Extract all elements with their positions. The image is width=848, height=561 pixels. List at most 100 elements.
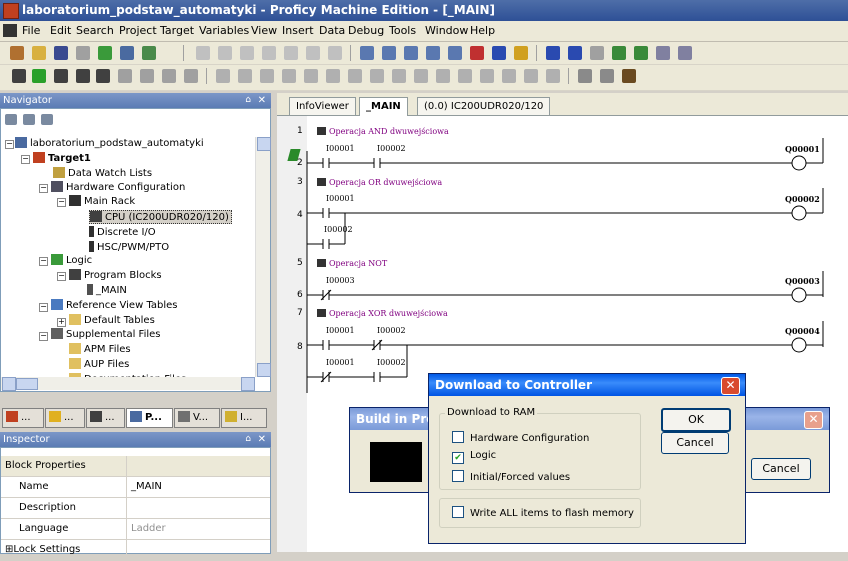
- nav-tab-utilities[interactable]: ...: [86, 408, 125, 428]
- set-coil-icon[interactable]: [326, 69, 340, 83]
- undo-icon[interactable]: [262, 46, 276, 60]
- expander-icon[interactable]: −: [39, 184, 48, 193]
- block-call-icon[interactable]: [546, 69, 560, 83]
- stop-icon[interactable]: [590, 46, 604, 60]
- coil-icon[interactable]: [282, 69, 296, 83]
- find-replace-icon[interactable]: [600, 69, 614, 83]
- cancel-button[interactable]: Cancel: [751, 458, 811, 480]
- jump-icon[interactable]: [502, 69, 516, 83]
- expander-icon[interactable]: −: [5, 140, 14, 149]
- positive-transition-icon[interactable]: [370, 69, 384, 83]
- rung-3-not[interactable]: [307, 287, 823, 303]
- menu-debug[interactable]: Debug: [348, 24, 384, 37]
- reset-coil-icon[interactable]: [348, 69, 362, 83]
- tree-item-logic[interactable]: Logic: [51, 254, 92, 266]
- inspector-row[interactable]: Description: [1, 498, 270, 519]
- menu-project[interactable]: Project: [119, 24, 157, 37]
- inspector-row[interactable]: Block Properties: [1, 456, 270, 477]
- horizontal-scrollbar[interactable]: [1, 377, 255, 391]
- refresh-icon[interactable]: [612, 46, 626, 60]
- inspector-row[interactable]: Name _MAIN: [1, 477, 270, 498]
- tree-item-discrete-io[interactable]: Discrete I/O: [89, 226, 156, 238]
- select-icon[interactable]: [216, 69, 230, 83]
- print-preview-icon[interactable]: [656, 46, 670, 60]
- tree-item-default-tables[interactable]: Default Tables: [69, 314, 155, 326]
- vertical-scrollbar[interactable]: [255, 137, 271, 377]
- hardware-config-checkbox[interactable]: Hardware Configuration: [452, 431, 589, 444]
- scroll-right-icon[interactable]: [241, 377, 255, 391]
- delete-icon[interactable]: [306, 46, 320, 60]
- nav-tab-instructions[interactable]: I...: [221, 408, 267, 428]
- run-icon[interactable]: [76, 69, 90, 83]
- open-icon[interactable]: [32, 46, 46, 60]
- variables-icon[interactable]: [492, 46, 506, 60]
- inspector-row[interactable]: Language Ladder: [1, 519, 270, 540]
- paste-icon[interactable]: [240, 46, 254, 60]
- monitor-icon[interactable]: [32, 69, 46, 83]
- function-block-icon[interactable]: [458, 69, 472, 83]
- redo-icon[interactable]: [284, 46, 298, 60]
- expander-icon[interactable]: −: [57, 198, 66, 207]
- expander-icon[interactable]: −: [21, 155, 30, 164]
- write-flash-checkbox[interactable]: Write ALL items to flash memory: [452, 506, 634, 519]
- restart-icon[interactable]: [162, 69, 176, 83]
- fault-icon[interactable]: [184, 69, 198, 83]
- nav-tab-toolchest[interactable]: ...: [45, 408, 85, 428]
- close-icon[interactable]: ✕: [721, 377, 740, 395]
- expander-icon[interactable]: −: [57, 272, 66, 281]
- online-toggle-icon[interactable]: [12, 69, 26, 83]
- home-icon[interactable]: [634, 46, 648, 60]
- horizontal-wire-icon[interactable]: [414, 69, 428, 83]
- tree-item-reference-view-tables[interactable]: Reference View Tables: [51, 299, 178, 311]
- scroll-down-icon[interactable]: [257, 363, 271, 377]
- vertical-wire-icon[interactable]: [436, 69, 450, 83]
- pause-icon[interactable]: [140, 69, 154, 83]
- contact-nc-icon[interactable]: [260, 69, 274, 83]
- nav-view-icon[interactable]: [5, 114, 17, 125]
- tree-item-aup-files[interactable]: AUP Files: [69, 358, 129, 370]
- validate-icon[interactable]: [98, 46, 112, 60]
- upload-icon[interactable]: [142, 46, 156, 60]
- nav-view3-icon[interactable]: [41, 114, 53, 125]
- find-icon[interactable]: [578, 69, 592, 83]
- inspector-icon[interactable]: [382, 46, 396, 60]
- pin-icon[interactable]: ⌂: [245, 93, 251, 108]
- expander-icon[interactable]: +: [57, 318, 66, 327]
- menu-edit[interactable]: Edit: [50, 24, 71, 37]
- label-icon[interactable]: [524, 69, 538, 83]
- menu-help[interactable]: Help: [470, 24, 495, 37]
- cut-icon[interactable]: [196, 46, 210, 60]
- save-icon[interactable]: [54, 46, 68, 60]
- nav-tab-project[interactable]: ...: [2, 408, 44, 428]
- menu-window[interactable]: Window: [425, 24, 468, 37]
- nav-tab-variables[interactable]: V...: [174, 408, 220, 428]
- tree-item-main-rack[interactable]: Main Rack: [69, 195, 135, 207]
- tree-item-hardware-configuration[interactable]: Hardware Configuration: [51, 181, 185, 193]
- menu-tools[interactable]: Tools: [389, 24, 416, 37]
- back-icon[interactable]: [546, 46, 560, 60]
- navigator-icon[interactable]: [360, 46, 374, 60]
- menu-target[interactable]: Target: [160, 24, 194, 37]
- tree-item-data-watch-lists[interactable]: Data Watch Lists: [53, 167, 152, 179]
- rewind-icon[interactable]: [54, 69, 68, 83]
- scroll-up-icon[interactable]: [257, 137, 271, 151]
- tree-item-hsc[interactable]: HSC/PWM/PTO: [89, 241, 169, 253]
- stop-plc-icon[interactable]: [118, 69, 132, 83]
- menu-search[interactable]: Search: [76, 24, 114, 37]
- print-icon[interactable]: [76, 46, 90, 60]
- menu-insert[interactable]: Insert: [282, 24, 314, 37]
- sync-icon[interactable]: [678, 46, 692, 60]
- download-and-start-icon[interactable]: [96, 69, 110, 83]
- nav-tab-project-active[interactable]: P...: [126, 408, 173, 428]
- comment-icon[interactable]: [480, 69, 494, 83]
- close-icon[interactable]: ✕: [258, 432, 266, 447]
- pin-icon[interactable]: ⌂: [245, 432, 251, 447]
- menu-view[interactable]: View: [251, 24, 277, 37]
- tree-item-main[interactable]: _MAIN: [87, 284, 127, 296]
- document-menu-icon[interactable]: [3, 24, 17, 37]
- tree-item-supplemental-files[interactable]: Supplemental Files: [51, 328, 161, 340]
- nav-view2-icon[interactable]: [23, 114, 35, 125]
- cancel-button[interactable]: Cancel: [661, 432, 729, 454]
- negated-coil-icon[interactable]: [304, 69, 318, 83]
- feedback-icon[interactable]: [470, 46, 484, 60]
